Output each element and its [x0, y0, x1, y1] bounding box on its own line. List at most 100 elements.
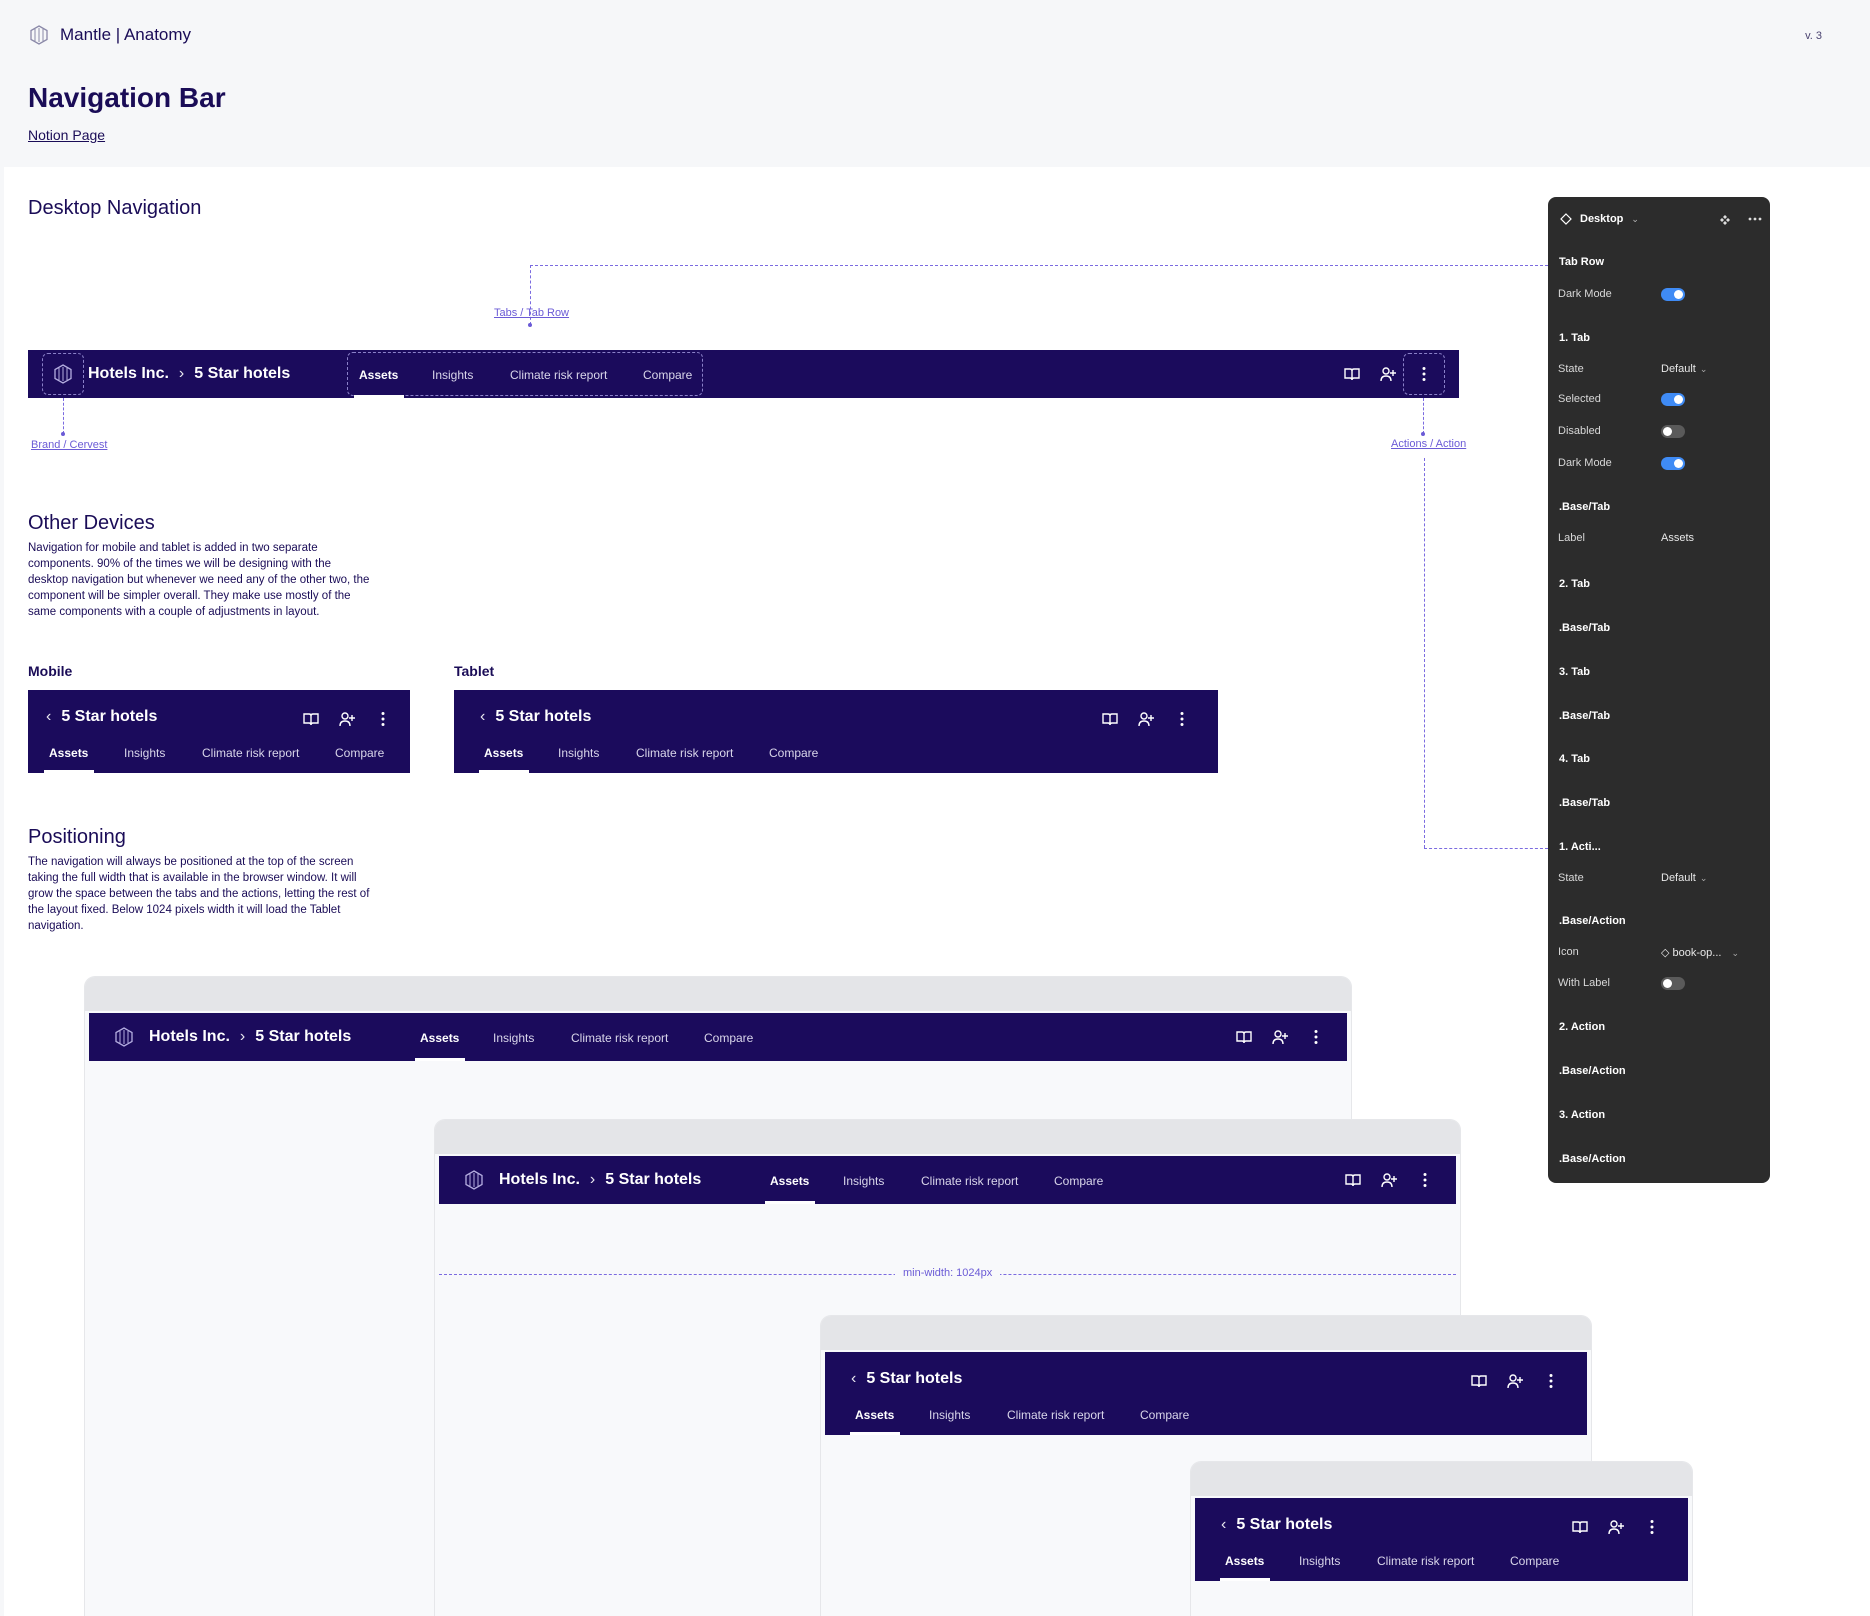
back-chevron-icon[interactable]: ‹	[480, 708, 485, 726]
tab-selected-underline	[44, 770, 94, 773]
panel-row-label: Dark Mode	[1558, 457, 1612, 469]
user-plus-icon[interactable]	[1137, 710, 1155, 728]
tablet-label: Tablet	[454, 663, 495, 679]
toggle-switch[interactable]	[1661, 977, 1685, 990]
user-plus-icon[interactable]	[1379, 365, 1397, 383]
toggle-switch[interactable]	[1661, 288, 1685, 301]
tab-selected-underline	[479, 770, 529, 773]
component-diamond-icon: ◇	[1661, 947, 1673, 959]
notion-page-link[interactable]: Notion Page	[28, 127, 105, 143]
tab-compare[interactable]: Compare	[704, 1031, 753, 1045]
panel-row-label: 1. Acti...	[1559, 841, 1601, 853]
book-open-icon[interactable]	[1235, 1028, 1253, 1046]
tab-compare[interactable]: Compare	[1510, 1554, 1559, 1568]
tab-climate-risk-report[interactable]: Climate risk report	[636, 746, 733, 760]
header-band	[0, 0, 1870, 167]
tab-climate-risk-report[interactable]: Climate risk report	[1377, 1554, 1474, 1568]
user-plus-icon[interactable]	[1380, 1171, 1398, 1189]
tab-climate-risk-report[interactable]: Climate risk report	[1007, 1408, 1104, 1422]
tab-insights[interactable]: Insights	[558, 746, 599, 760]
hotels-logo-icon[interactable]	[52, 363, 74, 385]
tab-assets[interactable]: Assets	[359, 368, 398, 382]
tab-insights[interactable]: Insights	[493, 1031, 534, 1045]
toggle-switch[interactable]	[1661, 457, 1685, 470]
more-vertical-icon[interactable]	[1173, 710, 1191, 728]
tab-insights[interactable]: Insights	[124, 746, 165, 760]
tab-climate-risk-report[interactable]: Climate risk report	[510, 368, 607, 382]
book-open-icon[interactable]	[1101, 710, 1119, 728]
back-chevron-icon[interactable]: ‹	[1221, 1516, 1226, 1534]
book-open-icon[interactable]	[302, 710, 320, 728]
actions-annotation[interactable]: Actions / Action	[1391, 438, 1466, 450]
toggle-switch[interactable]	[1661, 393, 1685, 406]
tab-assets[interactable]: Assets	[855, 1408, 894, 1422]
tablet-navbar: ‹ 5 Star hotels Assets Insights Climate …	[454, 690, 1218, 773]
book-open-icon[interactable]	[1470, 1372, 1488, 1390]
breadcrumb-company[interactable]: Hotels Inc.	[499, 1171, 580, 1189]
tab-compare[interactable]: Compare	[1054, 1174, 1103, 1188]
mobile-navbar: ‹ 5 Star hotels Assets Insights Climate …	[28, 690, 410, 773]
tab-assets[interactable]: Assets	[49, 746, 88, 760]
more-vertical-icon[interactable]	[1643, 1518, 1661, 1536]
tab-climate-risk-report[interactable]: Climate risk report	[202, 746, 299, 760]
book-open-icon[interactable]	[1571, 1518, 1589, 1536]
user-plus-icon[interactable]	[1506, 1372, 1524, 1390]
breadcrumb-company[interactable]: Hotels Inc.	[88, 365, 169, 383]
user-plus-icon[interactable]	[1271, 1028, 1289, 1046]
breadcrumb-page: 5 Star hotels	[194, 365, 291, 382]
tab-assets[interactable]: Assets	[484, 746, 523, 760]
actions-connector-horizontal	[1424, 848, 1548, 849]
toggle-switch[interactable]	[1661, 425, 1685, 438]
book-open-icon[interactable]	[1343, 365, 1361, 383]
panel-select[interactable]: Default ⌄	[1661, 872, 1707, 884]
user-plus-icon[interactable]	[338, 710, 356, 728]
tab-assets[interactable]: Assets	[420, 1031, 459, 1045]
tab-compare[interactable]: Compare	[643, 368, 692, 382]
more-horizontal-icon[interactable]	[1748, 217, 1762, 221]
tab-compare[interactable]: Compare	[769, 746, 818, 760]
tab-selected-underline	[354, 395, 404, 398]
chevron-right-icon: ›	[589, 1171, 596, 1188]
breadcrumb-page: 5 Star hotels	[255, 1028, 352, 1045]
panel-row-label: 4. Tab	[1559, 753, 1590, 765]
brand-annotation[interactable]: Brand / Cervest	[31, 439, 107, 451]
panel-row-label: Label	[1558, 532, 1585, 544]
chevron-right-icon: ›	[239, 1028, 246, 1045]
brand-row: Mantle | Anatomy	[28, 24, 191, 46]
tab-insights[interactable]: Insights	[843, 1174, 884, 1188]
tab-climate-risk-report[interactable]: Climate risk report	[571, 1031, 668, 1045]
tab-selected-underline	[415, 1058, 465, 1061]
book-open-icon[interactable]	[1344, 1171, 1362, 1189]
panel-select[interactable]: Default ⌄	[1661, 363, 1707, 375]
tabs-annotation[interactable]: Tabs / Tab Row	[494, 307, 569, 319]
panel-text-value[interactable]: Assets	[1661, 532, 1694, 544]
back-chevron-icon[interactable]: ‹	[851, 1370, 856, 1388]
chevron-right-icon: ›	[178, 365, 185, 382]
other-devices-description: Navigation for mobile and tablet is adde…	[28, 542, 370, 618]
tab-assets[interactable]: Assets	[770, 1174, 809, 1188]
back-chevron-icon[interactable]: ‹	[46, 708, 51, 726]
more-vertical-icon[interactable]	[1415, 365, 1433, 383]
more-vertical-icon[interactable]	[1542, 1372, 1560, 1390]
breadcrumb-company[interactable]: Hotels Inc.	[149, 1028, 230, 1046]
tab-assets[interactable]: Assets	[1225, 1554, 1264, 1568]
panel-title[interactable]: Desktop	[1580, 213, 1623, 225]
tab-compare[interactable]: Compare	[335, 746, 384, 760]
window-chrome	[85, 977, 1351, 1011]
panel-value-text: Assets	[1661, 532, 1695, 544]
hotels-logo-icon[interactable]	[463, 1169, 485, 1191]
tab-climate-risk-report[interactable]: Climate risk report	[921, 1174, 1018, 1188]
more-vertical-icon[interactable]	[1416, 1171, 1434, 1189]
tab-insights[interactable]: Insights	[432, 368, 473, 382]
tab-compare[interactable]: Compare	[1140, 1408, 1189, 1422]
tab-insights[interactable]: Insights	[929, 1408, 970, 1422]
component-instance-icon[interactable]	[1719, 214, 1731, 226]
more-vertical-icon[interactable]	[1307, 1028, 1325, 1046]
tab-insights[interactable]: Insights	[1299, 1554, 1340, 1568]
user-plus-icon[interactable]	[1607, 1518, 1625, 1536]
panel-select[interactable]: ◇ book-op... ⌄	[1661, 946, 1739, 959]
chevron-down-icon[interactable]: ⌄	[1631, 214, 1639, 225]
hotels-logo-icon[interactable]	[113, 1026, 135, 1048]
more-vertical-icon[interactable]	[374, 710, 392, 728]
chevron-down-icon: ⌄	[1731, 948, 1739, 958]
